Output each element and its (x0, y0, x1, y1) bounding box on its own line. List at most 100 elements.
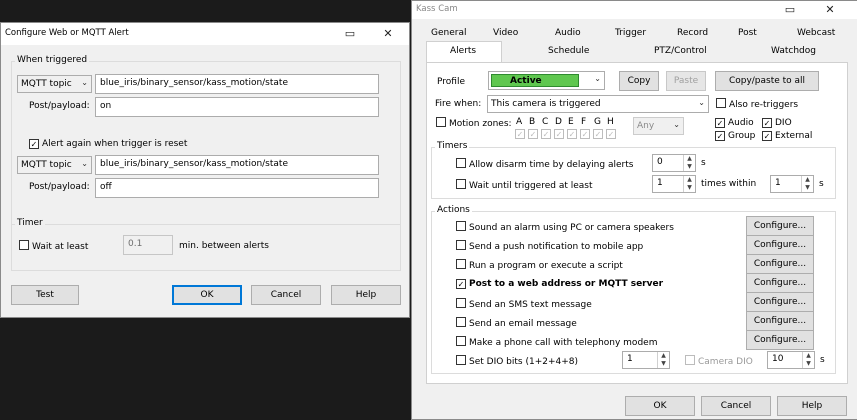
payload-input-1[interactable]: on (95, 97, 379, 117)
configure-sms-button[interactable]: Configure... (746, 292, 814, 312)
tab-webcast[interactable]: Webcast (797, 28, 835, 38)
disarm-checkbox[interactable]: Allow disarm time by delaying alerts (456, 158, 633, 170)
configure-push-button[interactable]: Configure... (746, 235, 814, 255)
also-retriggers-checkbox[interactable]: Also re-triggers (716, 98, 798, 110)
wait-at-least-checkbox[interactable]: Wait at least (19, 240, 88, 252)
zone-any-select[interactable]: Any ⌄ (633, 117, 684, 135)
ok-button[interactable]: OK (172, 285, 242, 305)
restore-icon[interactable]: ▭ (335, 23, 365, 45)
tab-schedule[interactable]: Schedule (548, 46, 589, 56)
action-checkbox-push[interactable]: Send a push notification to mobile app (456, 240, 643, 252)
action-label-web-mqtt: Post to a web address or MQTT server (469, 279, 664, 289)
profile-select[interactable]: Active ⌄ (488, 71, 605, 90)
zone-checkbox-b[interactable]: ✓ (528, 129, 538, 139)
checkbox-checked-icon: ✓ (762, 131, 772, 141)
spinner-arrows-icon: ▲ ▼ (801, 176, 813, 192)
paste-button[interactable]: Paste (666, 71, 706, 91)
test-button[interactable]: Test (11, 285, 79, 305)
topic-type-select-2[interactable]: MQTT topic ⌄ (17, 156, 92, 174)
tab-audio[interactable]: Audio (555, 28, 581, 38)
spinner-arrows-icon: ▲ ▼ (683, 176, 695, 192)
chevron-down-icon: ⌄ (81, 159, 88, 168)
tab-trigger[interactable]: Trigger (615, 28, 646, 38)
tab-watchdog[interactable]: Watchdog (771, 46, 816, 56)
dio-bits-checkbox[interactable]: Set DIO bits (1+2+4+8) (456, 355, 578, 367)
configure-email-button[interactable]: Configure... (746, 311, 814, 331)
right-titlebar: Kass Cam ▭ ✕ (412, 1, 857, 19)
wait-triggered-checkbox[interactable]: Wait until triggered at least (456, 179, 593, 191)
checkbox-icon (456, 317, 466, 327)
action-checkbox-phone[interactable]: Make a phone call with telephony modem (456, 336, 657, 348)
tab-general[interactable]: General (431, 28, 466, 38)
cancel-button[interactable]: Cancel (251, 285, 321, 305)
disarm-units: s (701, 158, 706, 168)
times-within-label: times within (701, 179, 757, 189)
camera-dio-label: Camera DIO (698, 357, 753, 367)
zone-checkbox-c[interactable]: ✓ (541, 129, 551, 139)
times-within-spinner[interactable]: 1 ▲ ▼ (770, 175, 814, 193)
close-icon[interactable]: ✕ (373, 23, 403, 45)
right-ok-button[interactable]: OK (625, 396, 695, 416)
copy-paste-all-button[interactable]: Copy/paste to all (715, 71, 819, 91)
copy-button[interactable]: Copy (619, 71, 659, 91)
action-checkbox-sms[interactable]: Send an SMS text message (456, 298, 592, 310)
camera-dio-value: 10 (772, 354, 784, 364)
configure-alarm-button[interactable]: Configure... (746, 216, 814, 236)
help-button[interactable]: Help (331, 285, 401, 305)
action-checkbox-program[interactable]: Run a program or execute a script (456, 259, 623, 271)
action-label-program: Run a program or execute a script (469, 261, 623, 271)
restore-icon[interactable]: ▭ (775, 1, 805, 19)
configure-phone-button[interactable]: Configure... (746, 330, 814, 350)
dio-bits-spinner[interactable]: 1 ▲ ▼ (622, 351, 670, 369)
zone-checkbox-f[interactable]: ✓ (580, 129, 590, 139)
zone-checkbox-d[interactable]: ✓ (554, 129, 564, 139)
checkbox-icon (685, 355, 695, 365)
checkbox-checked-icon: ✓ (456, 279, 466, 289)
wait-triggered-value: 1 (657, 178, 663, 188)
tab-ptz-control[interactable]: PTZ/Control (654, 46, 707, 56)
action-label-alarm: Sound an alarm using PC or camera speake… (469, 223, 674, 233)
audio-checkbox[interactable]: ✓ Audio (715, 117, 754, 129)
motion-zones-checkbox[interactable]: Motion zones: (436, 117, 512, 129)
configure-web-mqtt-button[interactable]: Configure... (746, 273, 814, 293)
topic-input-2[interactable]: blue_iris/binary_sensor/kass_motion/stat… (95, 155, 379, 175)
camera-dio-checkbox[interactable]: Camera DIO (685, 355, 753, 367)
fire-when-select[interactable]: This camera is triggered ⌄ (487, 95, 709, 113)
zone-checkbox-h[interactable]: ✓ (606, 129, 616, 139)
close-icon[interactable]: ✕ (815, 1, 845, 19)
wait-value-input[interactable]: 0.1 (123, 235, 173, 255)
disarm-value-spinner[interactable]: 0 ▲ ▼ (652, 154, 696, 172)
wait-triggered-spinner[interactable]: 1 ▲ ▼ (652, 175, 696, 193)
actions-label: Actions (435, 205, 472, 215)
checkbox-icon (456, 158, 466, 168)
group-checkbox[interactable]: ✓ Group (715, 130, 755, 142)
dio-bits-value: 1 (627, 354, 633, 364)
zone-letter: B (529, 117, 536, 127)
zone-checkbox-a[interactable]: ✓ (515, 129, 525, 139)
external-checkbox[interactable]: ✓ External (762, 130, 812, 142)
action-label-email: Send an email message (469, 319, 577, 329)
right-cancel-button[interactable]: Cancel (701, 396, 771, 416)
dio-checkbox[interactable]: ✓ DIO (762, 117, 792, 129)
tab-record[interactable]: Record (677, 28, 708, 38)
topic-input-1[interactable]: blue_iris/binary_sensor/kass_motion/stat… (95, 74, 379, 94)
motion-zones-label: Motion zones: (449, 119, 512, 129)
payload-input-2[interactable]: off (95, 178, 379, 198)
topic-type-select-1[interactable]: MQTT topic ⌄ (17, 75, 92, 93)
alert-again-checkbox[interactable]: ✓ Alert again when trigger is reset (29, 138, 187, 150)
tab-video[interactable]: Video (493, 28, 518, 38)
action-checkbox-web-mqtt[interactable]: ✓ Post to a web address or MQTT server (456, 278, 663, 290)
tab-alerts[interactable]: Alerts (450, 46, 476, 56)
zone-checkbox-g[interactable]: ✓ (593, 129, 603, 139)
camera-dio-spinner[interactable]: 10 ▲ ▼ (767, 351, 815, 369)
checkbox-icon (456, 221, 466, 231)
action-checkbox-alarm[interactable]: Sound an alarm using PC or camera speake… (456, 221, 674, 233)
payload-label-2: Post/payload: (29, 182, 90, 192)
tab-post[interactable]: Post (738, 28, 757, 38)
right-help-button[interactable]: Help (777, 396, 847, 416)
checkbox-icon (456, 336, 466, 346)
zone-checkbox-e[interactable]: ✓ (567, 129, 577, 139)
configure-program-button[interactable]: Configure... (746, 254, 814, 274)
wait-at-least-label: Wait at least (32, 242, 89, 252)
action-checkbox-email[interactable]: Send an email message (456, 317, 577, 329)
